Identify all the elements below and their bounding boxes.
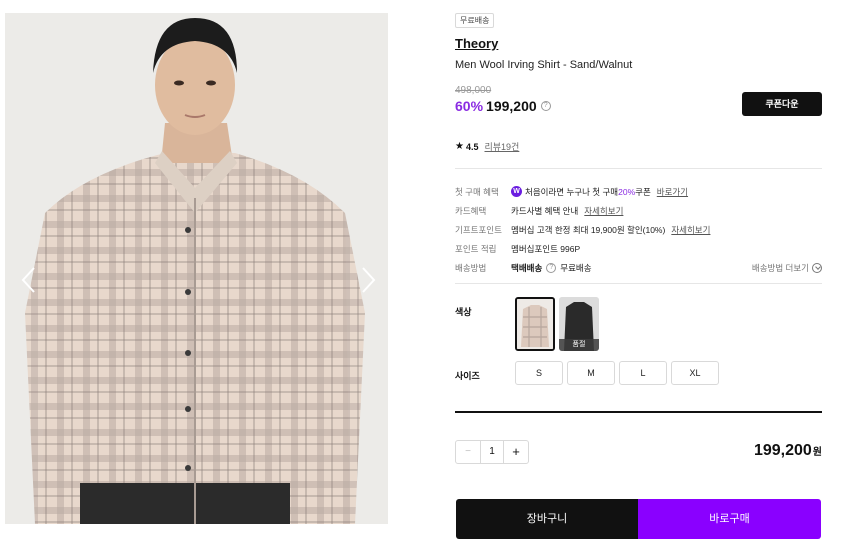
benefit-label: 카드혜택 [455,205,487,216]
color-swatch-black[interactable]: 품절 [559,297,599,351]
product-image-gallery[interactable] [5,13,388,524]
shipping-info-icon[interactable]: ? [546,262,557,273]
shipping-more-label: 배송방법 더보기 [751,262,809,273]
price-info-icon[interactable]: ? [540,101,551,111]
benefit-card: 카드혜택 카드사별 혜택 안내 자세히보기 [455,201,822,220]
brand-link[interactable]: Theory [455,36,498,51]
size-button-xl[interactable]: XL [671,361,719,385]
color-option-label: 색상 [455,307,472,317]
benefit-value: 멤버십 고객 한정 최대 19,900원 할인(10%) 자세히보기 [511,224,710,236]
gallery-next-arrow-icon[interactable] [357,265,379,295]
quantity-plus-button[interactable]: + [504,441,528,463]
quantity-stepper[interactable]: − 1 + [455,440,529,464]
quantity-value[interactable]: 1 [480,441,504,463]
w-logo-icon: W [511,186,522,197]
shipping-badge: 무료배송 [455,13,495,28]
rating-value: 4.5 [465,141,479,152]
benefit-text: 멤버십 고객 한정 최대 19,900원 할인(10%) [511,224,666,235]
shipping-method: 택배배송 [511,262,543,273]
shipping-more-button[interactable]: 배송방법 더보기 [752,262,822,274]
add-to-cart-button[interactable]: 장바구니 [456,499,638,539]
benefit-shipping: 배송방법 택배배송 ? 무료배송 배송방법 더보기 [455,258,822,277]
size-button-l[interactable]: L [619,361,667,385]
product-info-panel: 무료배송 Theory Men Wool Irving Shirt - Sand… [455,0,822,545]
benefit-label: 첫 구매 혜택 [455,186,499,197]
color-swatch-sand-walnut[interactable] [515,297,555,351]
size-option-label: 사이즈 [455,371,480,381]
benefit-value: 멤버십포인트 996P [511,243,580,255]
benefit-value: 카드사별 혜택 안내 자세히보기 [511,205,623,217]
benefits-list: 첫 구매 혜택 W 처음이라면 누구나 첫 구매 20% 쿠폰 바로가기 카드혜… [455,182,822,277]
benefit-value: W 처음이라면 누구나 첫 구매 20% 쿠폰 바로가기 [511,186,688,198]
soldout-badge: 품절 [559,339,599,351]
total-amount: 199,200 [753,442,812,459]
coupon-download-button[interactable]: 쿠폰다운 [742,92,822,116]
price-row: 60% 199,200 ? [455,98,551,114]
currency-unit: 원 [812,447,822,458]
swatch-image [517,299,553,349]
product-name: Men Wool Irving Shirt - Sand/Walnut [455,59,633,71]
card-details-link[interactable]: 자세히보기 [584,205,623,217]
original-price: 498,000 [455,85,492,96]
discount-rate: 60% [455,98,484,114]
gallery-prev-arrow-icon[interactable] [18,265,40,295]
size-button-m[interactable]: M [567,361,615,385]
benefit-highlight: 20% [618,186,636,197]
rating-row: ★ 4.5 리뷰19건 [455,140,519,153]
benefit-label: 포인트 적립 [455,243,497,254]
sale-price: 199,200 [486,98,537,114]
benefit-text-after: 쿠폰 [635,186,651,197]
total-price: 199,200 원 [754,442,822,460]
chevron-down-icon [812,262,822,273]
benefit-text: 처음이라면 누구나 첫 구매 [525,186,619,197]
benefit-points: 포인트 적립 멤버십포인트 996P [455,239,822,258]
star-icon: ★ [455,141,464,152]
gift-point-details-link[interactable]: 자세히보기 [671,224,710,236]
divider [455,411,822,413]
benefit-value: 택배배송 ? 무료배송 [511,262,592,274]
divider [455,168,822,169]
product-photo [5,13,388,524]
benefit-first-purchase: 첫 구매 혜택 W 처음이라면 누구나 첫 구매 20% 쿠폰 바로가기 [455,182,822,201]
benefit-text: 멤버십포인트 996P [511,243,581,254]
first-purchase-link[interactable]: 바로가기 [657,186,688,198]
buy-now-button[interactable]: 바로구매 [638,499,821,539]
reviews-link[interactable]: 리뷰19건 [484,140,519,153]
benefit-gift-point: 기프트포인트 멤버십 고객 한정 최대 19,900원 할인(10%) 자세히보… [455,220,822,239]
benefit-label: 배송방법 [455,262,487,273]
shipping-note: 무료배송 [560,262,592,273]
benefit-label: 기프트포인트 [455,224,502,235]
divider [455,283,822,284]
size-button-s[interactable]: S [515,361,563,385]
quantity-minus-button[interactable]: − [456,441,480,463]
benefit-text: 카드사별 혜택 안내 [511,205,579,216]
